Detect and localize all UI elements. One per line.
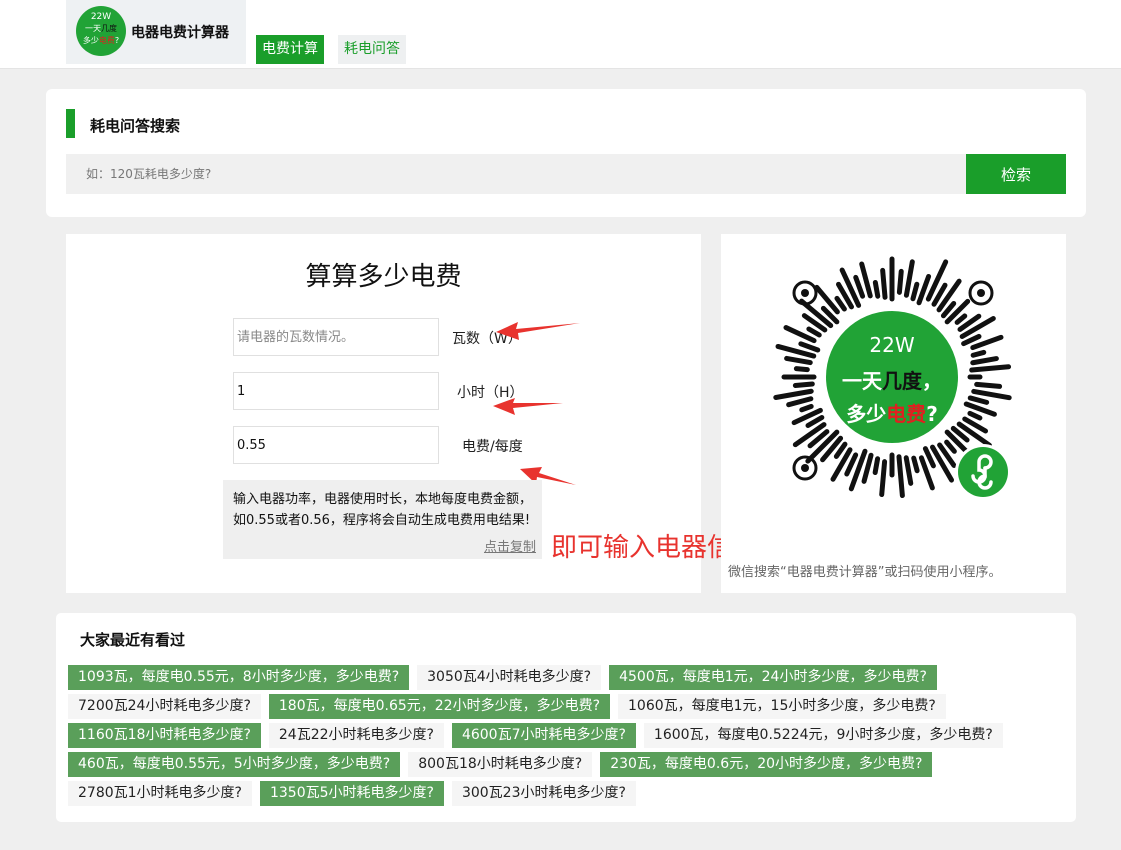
qr-ray [793,366,810,373]
qr-ray [969,364,1012,373]
recent-tags: 1093瓦，每度电0.55元，8小时多少度，多少电费? 3050瓦4小时耗电多少度… [68,665,1068,810]
section-title: 耗电问答搜索 [90,117,181,135]
qr-center-line-2: 一天几度， [842,369,942,393]
qr-ray [961,333,982,347]
qr-ray [784,355,813,366]
qr-ray [896,268,904,295]
tag-row: 1093瓦，每度电0.55元，8小时多少度，多少电费? 3050瓦4小时耗电多少度… [68,665,1068,690]
qr-code-icon: 22W 一天几度， 多少电费? [773,256,1012,500]
top-header: 22W 一天几度 多少电费? 电器电费计算器 电费计算 耗电问答 [0,0,1121,69]
recent-query-link[interactable]: 7200瓦24小时耗电多少度? [68,694,261,719]
qr-ray [872,279,881,299]
qr-caption: 微信搜索“电器电费计算器”或扫码使用小程序。 [728,565,1002,580]
qr-ray [910,281,920,302]
qr-ray [872,456,881,476]
logo-line-1: 22W [90,12,112,22]
tag-row: 2780瓦1小时耗电多少度? 1350瓦5小时耗电多少度? 300瓦23小时耗电多少… [68,781,1068,806]
recent-query-link[interactable]: 4600瓦7小时耗电多少度? [451,723,636,748]
qr-ray [773,388,814,400]
tab-power-qa[interactable]: 耗电问答 [338,35,406,64]
qr-ray [798,341,821,353]
info-text: 输入电器功率，电器使用时长，本地每度电费金额，如0.55或者0.56，程序将会自… [233,492,533,528]
recent-query-link[interactable]: 800瓦18小时耗电多少度? [408,752,593,777]
qr-ray [805,415,825,428]
recent-query-link[interactable]: 460瓦，每度电0.55元，5小时多少度，多少电费? [68,752,401,777]
qr-ray [903,259,915,298]
qr-ray [814,284,840,315]
logo-line-2: 一天几度 [85,24,117,33]
qr-ray [896,454,905,499]
qr-center-line-3: 多少电费? [846,402,938,426]
brand-name: 电器电费计算器 [131,25,229,41]
recent-query-link[interactable]: 300瓦23小时耗电多少度? [451,781,636,806]
qr-ray [792,381,815,388]
calculator-title: 算算多少电费 [305,262,462,292]
recent-query-link[interactable]: 2780瓦1小时耗电多少度? [68,781,252,806]
qr-ray [967,410,983,421]
qr-ray [799,403,814,413]
recent-query-link[interactable]: 1350瓦5小时耗电多少度? [259,781,444,806]
search-panel: 耗电问答搜索 检索 [46,89,1086,217]
qr-ray [971,388,1012,401]
tag-row: 460瓦，每度电0.55元，5小时多少度，多少电费? 800瓦18小时耗电多少度?… [68,752,1068,777]
tag-row: 1160瓦18小时耗电多少度? 24瓦22小时耗电多少度? 4600瓦7小时耗电多少… [68,723,1068,748]
recent-query-link[interactable]: 24瓦22小时耗电多少度? [268,723,444,748]
info-box: 输入电器功率，电器使用时长，本地每度电费金额，如0.55或者0.56，程序将会自… [223,480,542,559]
recent-query-link[interactable]: 4500瓦，每度电1元，24小时多少度，多少电费? [609,665,937,690]
qr-ray [853,274,866,299]
qr-ray [833,441,848,459]
search-input[interactable] [66,154,966,194]
qr-ray [861,452,874,484]
recent-query-link[interactable]: 1600瓦，每度电0.5224元，9小时多少度，多少电费? [643,723,1003,748]
qr-ray [879,459,888,498]
hours-input[interactable] [233,372,439,410]
brand[interactable]: 22W 一天几度 多少电费? 电器电费计算器 [66,0,246,64]
qr-ray [786,396,814,408]
tag-row: 7200瓦24小时耗电多少度? 180瓦，每度电0.65元，22小时多少度，多少电… [68,694,1068,719]
recent-query-link[interactable]: 1093瓦，每度电0.55元，8小时多少度，多少电费? [68,665,410,690]
tab-electricity-calc[interactable]: 电费计算 [256,35,324,64]
price-label: 电费/每度 [462,439,523,455]
recent-query-link[interactable]: 230瓦，每度电0.6元，20小时多少度，多少电费? [600,752,933,777]
recent-query-link[interactable]: 1160瓦18小时耗电多少度? [68,723,261,748]
qr-ray [880,267,888,300]
recent-query-link[interactable]: 180瓦，每度电0.65元，22小时多少度，多少电费? [268,694,611,719]
recent-title: 大家最近有看过 [80,631,186,649]
recent-panel: 大家最近有看过 1093瓦，每度电0.55元，8小时多少度，多少电费? 3050瓦… [56,613,1076,822]
qr-ray [834,295,847,312]
qr-ray [806,326,822,338]
qr-ray [970,356,999,366]
qr-ray [903,455,914,486]
qr-center-line-1: 22W [869,333,914,357]
section-accent-bar [66,109,75,138]
recent-query-link[interactable]: 1060瓦，每度电1元，15小时多少度，多少电费? [618,694,946,719]
brand-logo: 22W 一天几度 多少电费? [76,6,126,56]
qr-ray [944,439,957,454]
qr-panel: 22W 一天几度， 多少电费? 微信搜索“电器电费计算器”或扫码使用小程序。 [721,234,1066,593]
qr-ray [954,313,968,325]
annotation-arrow-icon [493,398,563,415]
price-input[interactable] [233,426,439,464]
qr-ray [911,455,920,474]
search-button[interactable]: 检索 [966,154,1066,194]
watts-input[interactable] [233,318,439,356]
copy-link[interactable]: 点击复制 [484,536,536,555]
qr-ray [967,395,990,405]
qr-ray [970,349,987,358]
recent-query-link[interactable]: 3050瓦4小时耗电多少度? [417,665,602,690]
logo-line-3: 多少电费? [82,36,120,45]
qr-ray [974,381,1003,389]
annotation-arrow-icon [496,322,580,340]
